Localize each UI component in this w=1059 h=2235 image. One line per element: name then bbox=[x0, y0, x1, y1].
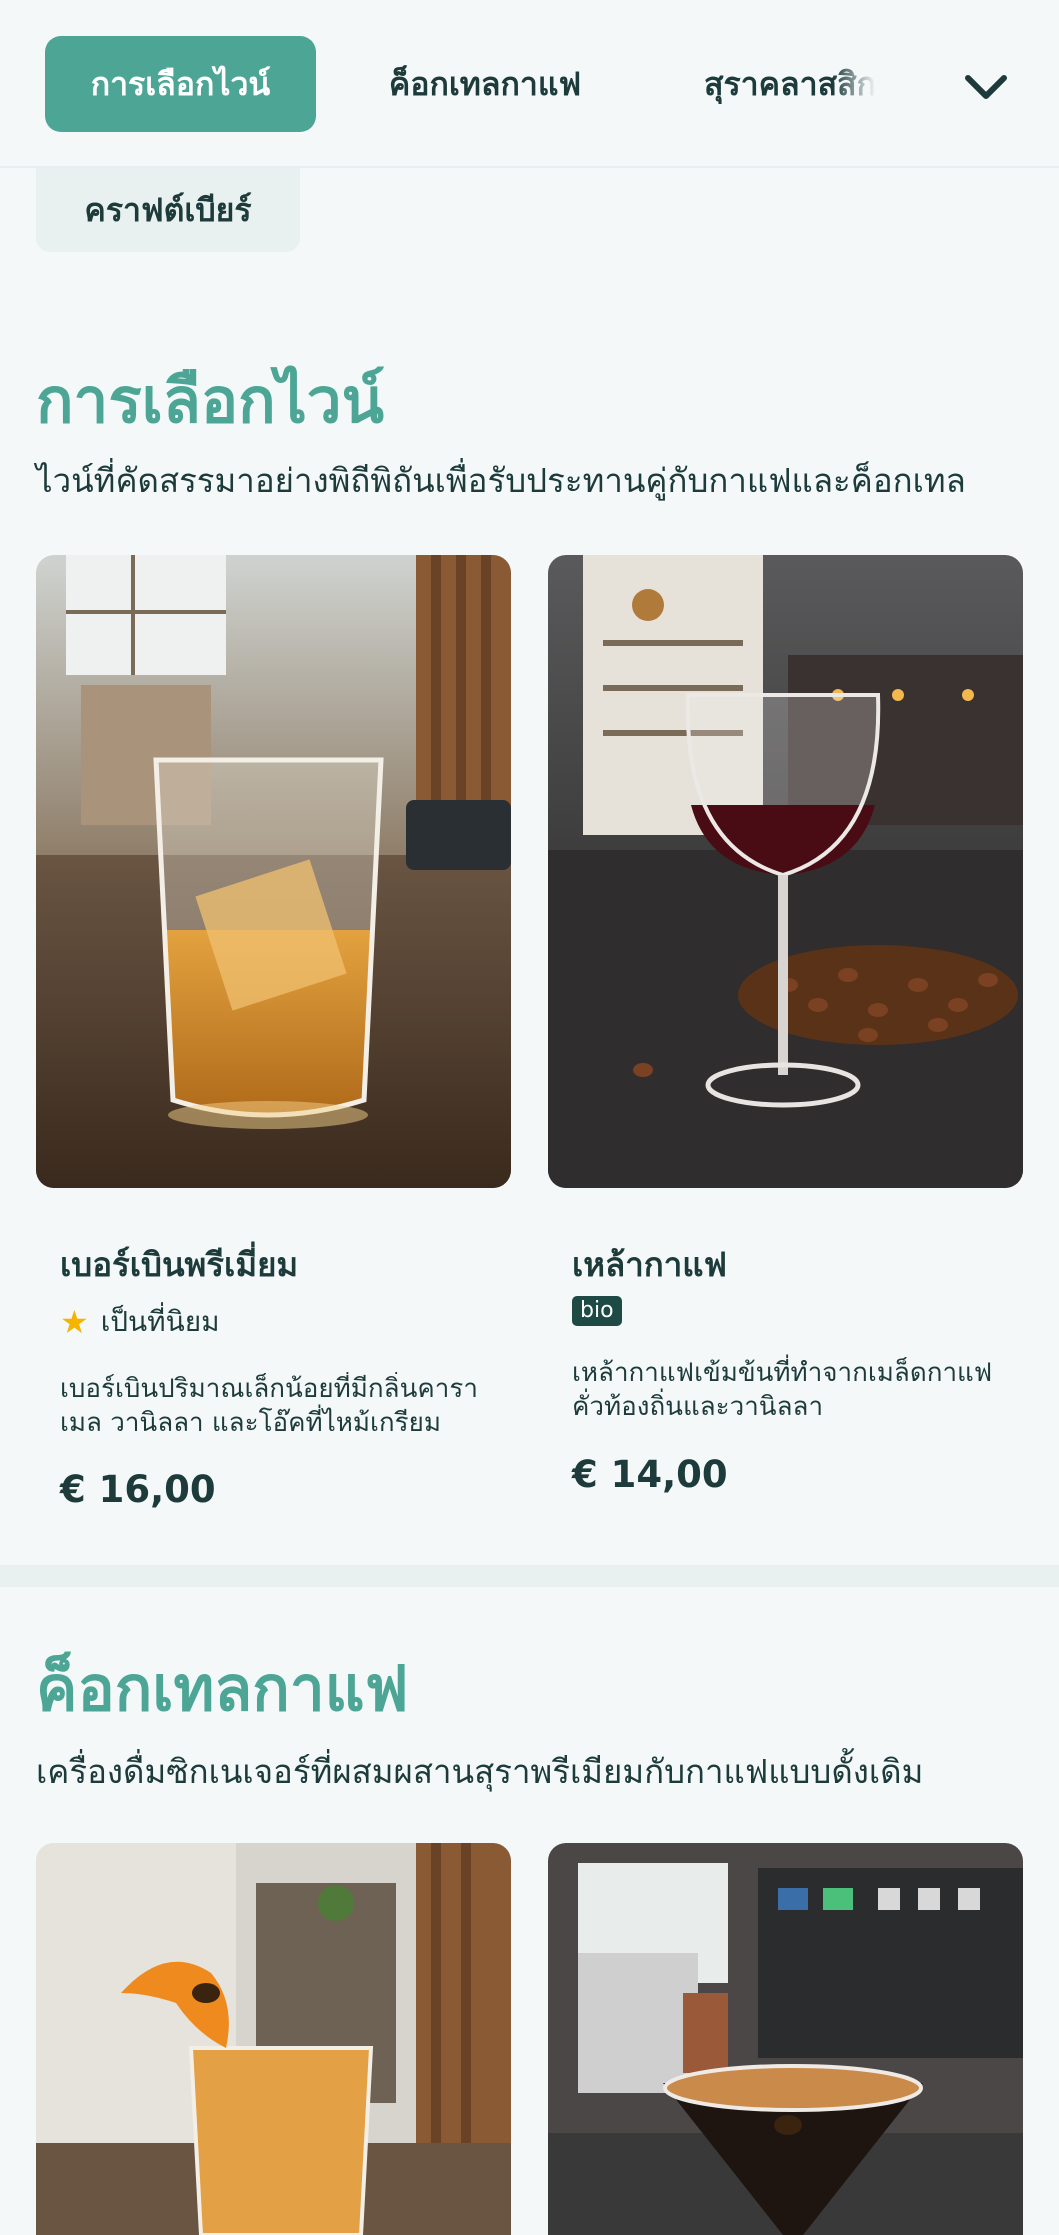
section-subtitle-coffee-cocktails: เครื่องดื่มซิกเนเจอร์ที่ผสมผสานสุราพรีเม… bbox=[36, 1752, 924, 1791]
product-description: เบอร์เบินปริมาณเล็กน้อยที่มีกลิ่นคาราเมล… bbox=[60, 1374, 478, 1438]
chevron-down-icon[interactable] bbox=[958, 58, 1014, 114]
section-divider bbox=[0, 1565, 1059, 1587]
product-image-espresso-martini[interactable] bbox=[548, 1843, 1023, 2235]
category-nav: การเลือกไวน์ ค็อกเทลกาแฟ สุราคลาสสิก bbox=[0, 0, 1059, 168]
product-name: เหล้ากาแฟ bbox=[572, 1245, 727, 1284]
star-icon: ★ bbox=[60, 1303, 89, 1341]
section-title-coffee-cocktails: ค็อกเทลกาแฟ bbox=[36, 1652, 409, 1725]
product-image-coffee-liqueur[interactable] bbox=[548, 555, 1023, 1188]
tab-coffee-cocktails[interactable]: ค็อกเทลกาแฟ bbox=[360, 36, 610, 132]
tab-wine-selection[interactable]: การเลือกไวน์ bbox=[45, 36, 316, 132]
product-price: € 16,00 bbox=[60, 1468, 216, 1511]
tab-craft-beer[interactable]: คราฟต์เบียร์ bbox=[36, 168, 300, 252]
section-title-wine: การเลือกไวน์ bbox=[36, 364, 384, 437]
product-image-bourbon[interactable] bbox=[36, 555, 511, 1188]
product-image-cocktail[interactable] bbox=[36, 1843, 511, 2235]
bio-badge: bio bbox=[572, 1296, 622, 1326]
popular-badge: ★ เป็นที่นิยม bbox=[60, 1300, 220, 1344]
section-subtitle-wine: ไวน์ที่คัดสรรมาอย่างพิถีพิถันเพื่อรับประ… bbox=[36, 461, 966, 500]
badge-label: เป็นที่นิยม bbox=[100, 1305, 220, 1338]
tab-classic-spirits[interactable]: สุราคลาสสิก bbox=[680, 36, 900, 132]
product-price: € 14,00 bbox=[572, 1453, 728, 1496]
product-description: เหล้ากาแฟเข้มข้นที่ทำจากเมล็ดกาแฟคั่วท้อ… bbox=[572, 1358, 993, 1422]
bio-label: bio bbox=[572, 1296, 622, 1326]
product-name: เบอร์เบินพรีเมี่ยม bbox=[60, 1245, 299, 1284]
